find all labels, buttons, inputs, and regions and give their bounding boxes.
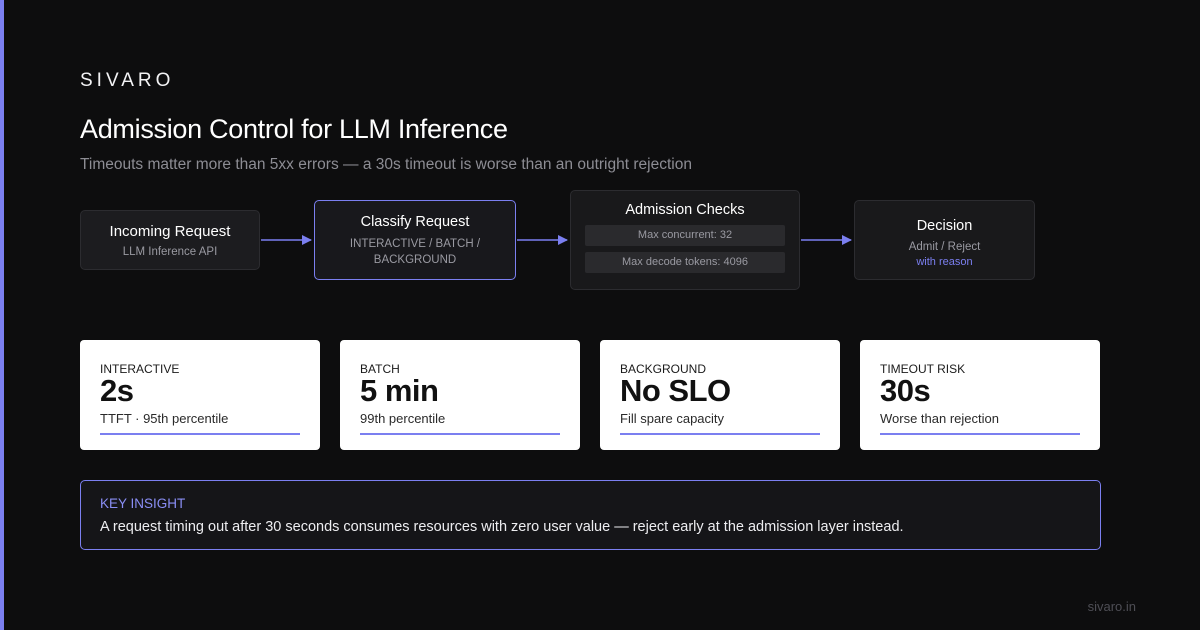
- card-value: No SLO: [620, 373, 731, 408]
- key-insight-body: A request timing out after 30 seconds co…: [100, 519, 904, 535]
- node-decision-subtitle: Admit / Reject: [908, 241, 981, 253]
- page-title: Admission Control for LLM Inference: [80, 114, 508, 144]
- card-timeout-risk: TIMEOUT RISK 30s Worse than rejection: [860, 340, 1100, 450]
- node-checks-title: Admission Checks: [625, 202, 745, 218]
- node-incoming-request: Incoming Request LLM Inference API: [80, 210, 260, 270]
- node-decision-note: with reason: [916, 256, 973, 268]
- card-batch: BATCH 5 min 99th percentile: [340, 340, 580, 450]
- node-incoming-title: Incoming Request: [109, 223, 231, 240]
- card-description: TTFT · 95th percentile: [100, 411, 229, 426]
- card-description: Worse than rejection: [880, 411, 999, 426]
- card-underline: [880, 433, 1080, 435]
- node-incoming-subtitle: LLM Inference API: [122, 246, 218, 258]
- card-interactive: INTERACTIVE 2s TTFT · 95th percentile: [80, 340, 320, 450]
- check-max-decode-tokens: Max decode tokens: 4096: [585, 252, 785, 273]
- brand-logo: SIVARO: [80, 70, 175, 91]
- node-classify-subtitle: INTERACTIVE / BATCH / BACKGROUND: [349, 238, 481, 266]
- card-value: 30s: [880, 373, 931, 408]
- card-description: Fill spare capacity: [620, 411, 725, 426]
- accent-bar: [0, 0, 4, 630]
- card-value: 2s: [100, 373, 134, 408]
- page-subtitle: Timeouts matter more than 5xx errors — a…: [80, 156, 692, 173]
- node-decision-title: Decision: [916, 218, 973, 234]
- card-description: 99th percentile: [360, 411, 446, 426]
- card-underline: [620, 433, 820, 435]
- key-insight-box: KEY INSIGHT A request timing out after 3…: [80, 480, 1101, 550]
- node-admission-checks: Admission Checks Max concurrent: 32 Max …: [570, 190, 800, 290]
- footer-url: sivaro.in: [1087, 599, 1136, 614]
- node-classify-title: Classify Request: [360, 214, 470, 230]
- card-value: 5 min: [360, 373, 439, 408]
- key-insight-heading: KEY INSIGHT: [100, 496, 186, 511]
- node-decision: Decision Admit / Reject with reason: [854, 200, 1035, 280]
- node-classify-request: Classify Request INTERACTIVE / BATCH / B…: [314, 200, 516, 280]
- card-background: BACKGROUND No SLO Fill spare capacity: [600, 340, 840, 450]
- card-underline: [100, 433, 300, 435]
- slide: SIVARO Admission Control for LLM Inferen…: [0, 0, 1200, 630]
- check-max-concurrent: Max concurrent: 32: [585, 225, 785, 246]
- card-underline: [360, 433, 560, 435]
